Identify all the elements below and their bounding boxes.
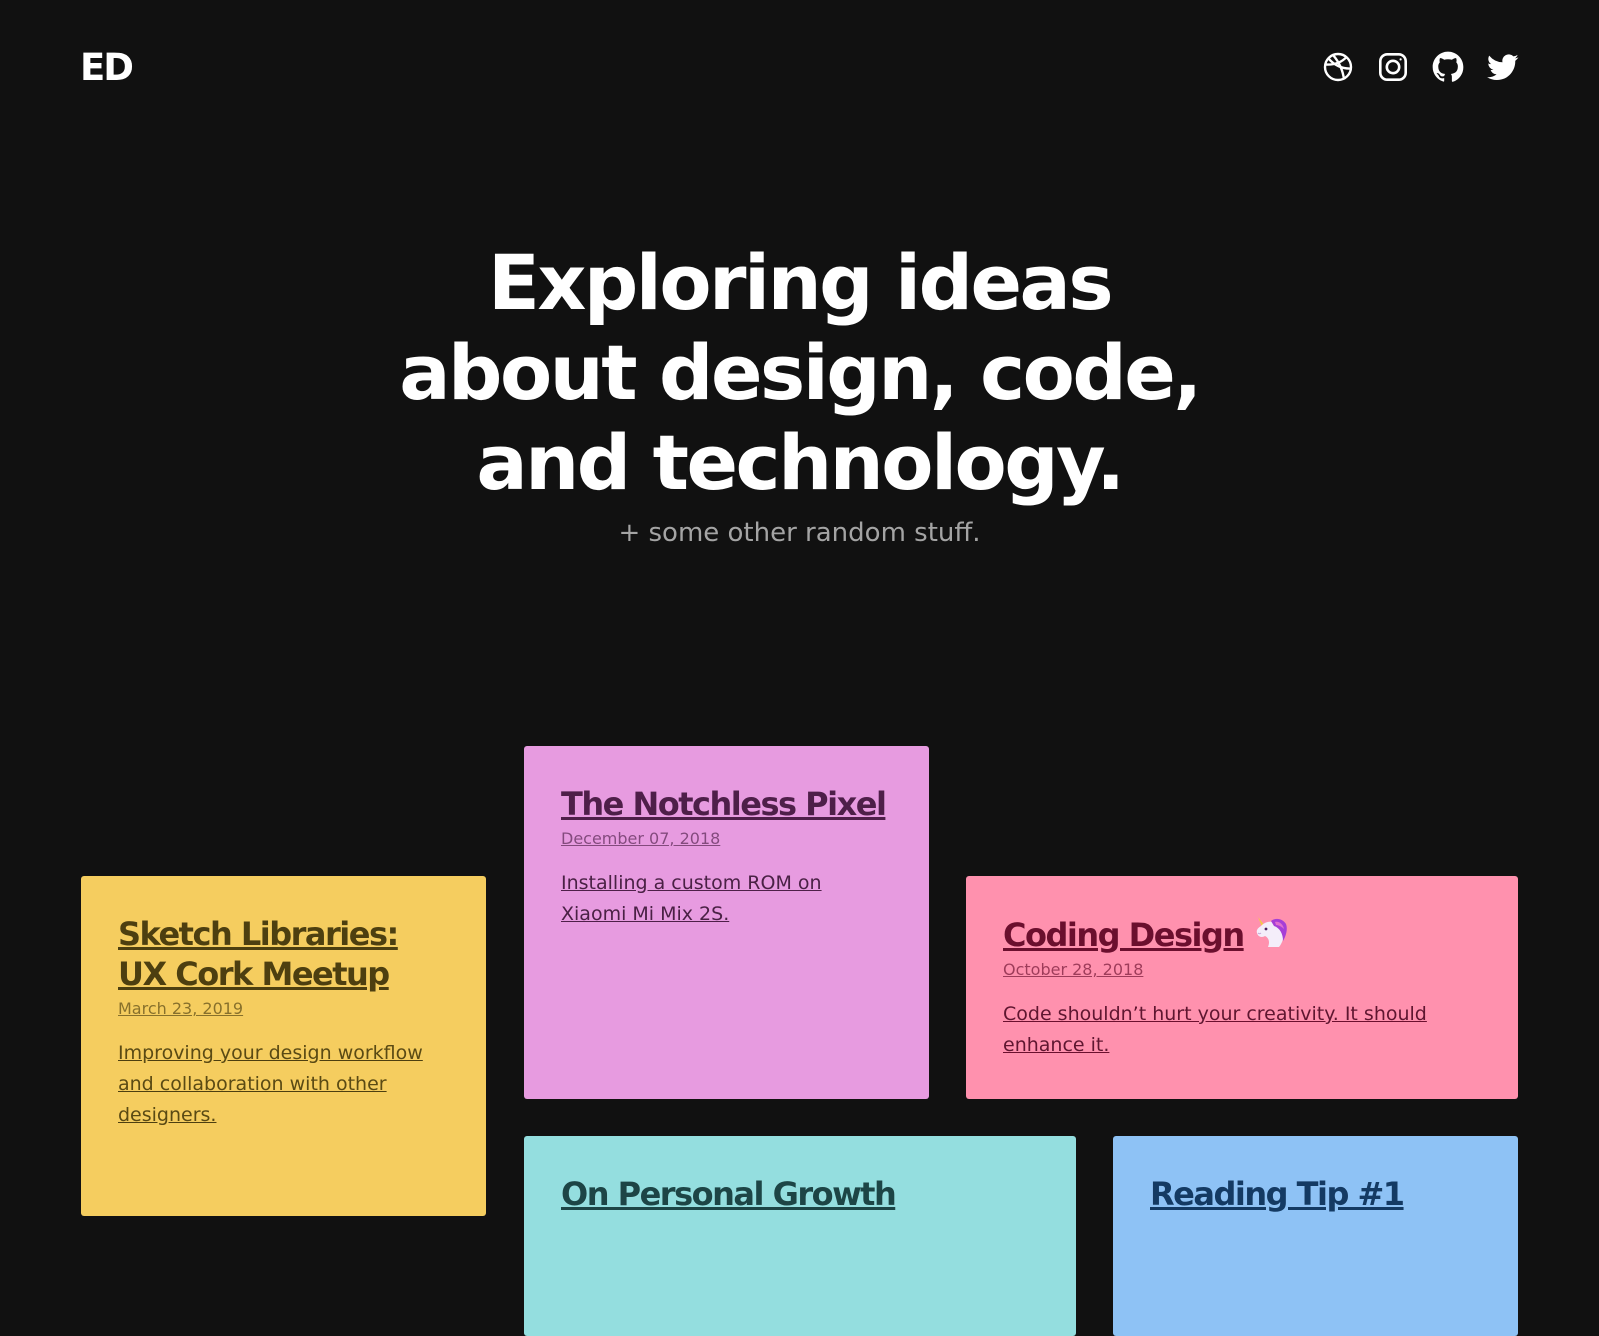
unicorn-icon: [1256, 917, 1287, 947]
post-card-notchless-pixel[interactable]: The Notchless Pixel December 07, 2018 In…: [524, 746, 929, 1099]
post-description: Installing a custom ROM on Xiaomi Mi Mix…: [561, 872, 822, 925]
dribbble-link[interactable]: [1322, 51, 1354, 83]
twitter-icon: [1487, 54, 1519, 81]
instagram-link[interactable]: [1377, 51, 1409, 83]
hero-title-line: Exploring ideas: [487, 238, 1114, 327]
hero-title-line: about design, code,: [399, 328, 1202, 417]
post-card-personal-growth[interactable]: On Personal Growth: [524, 1136, 1076, 1336]
hero-subtitle: + some other random stuff.: [618, 518, 981, 548]
post-description: Code shouldn’t hurt your creativity. It …: [1003, 1003, 1427, 1056]
post-title: Sketch Libraries: UX Cork Meetup: [118, 915, 399, 993]
dribbble-icon: [1323, 52, 1353, 82]
post-title: The Notchless Pixel: [561, 785, 887, 823]
hero-title: Exploring ideas about design, code, and …: [0, 238, 1599, 508]
github-link[interactable]: [1432, 51, 1464, 83]
post-date: December 07, 2018: [561, 829, 721, 848]
post-description: Improving your design workflow and colla…: [118, 1042, 423, 1126]
twitter-link[interactable]: [1487, 51, 1519, 83]
github-icon: [1432, 51, 1464, 82]
post-card-sketch-libraries[interactable]: Sketch Libraries: UX Cork Meetup March 2…: [81, 876, 486, 1216]
social-links: [1322, 51, 1519, 83]
post-card-coding-design[interactable]: Coding Design October 28, 2018 Code shou…: [966, 876, 1518, 1099]
instagram-icon: [1378, 52, 1407, 81]
site-logo[interactable]: ED: [80, 46, 134, 90]
hero-title-line: and technology.: [476, 418, 1125, 507]
post-title-row: Coding Design: [1003, 914, 1481, 955]
post-title: On Personal Growth: [561, 1175, 897, 1213]
post-title: Reading Tip #1: [1150, 1175, 1405, 1213]
post-date: March 23, 2019: [118, 999, 244, 1018]
post-card-reading-tip[interactable]: Reading Tip #1: [1113, 1136, 1518, 1336]
post-date: October 28, 2018: [1003, 960, 1144, 979]
post-title: Coding Design: [1003, 916, 1245, 954]
